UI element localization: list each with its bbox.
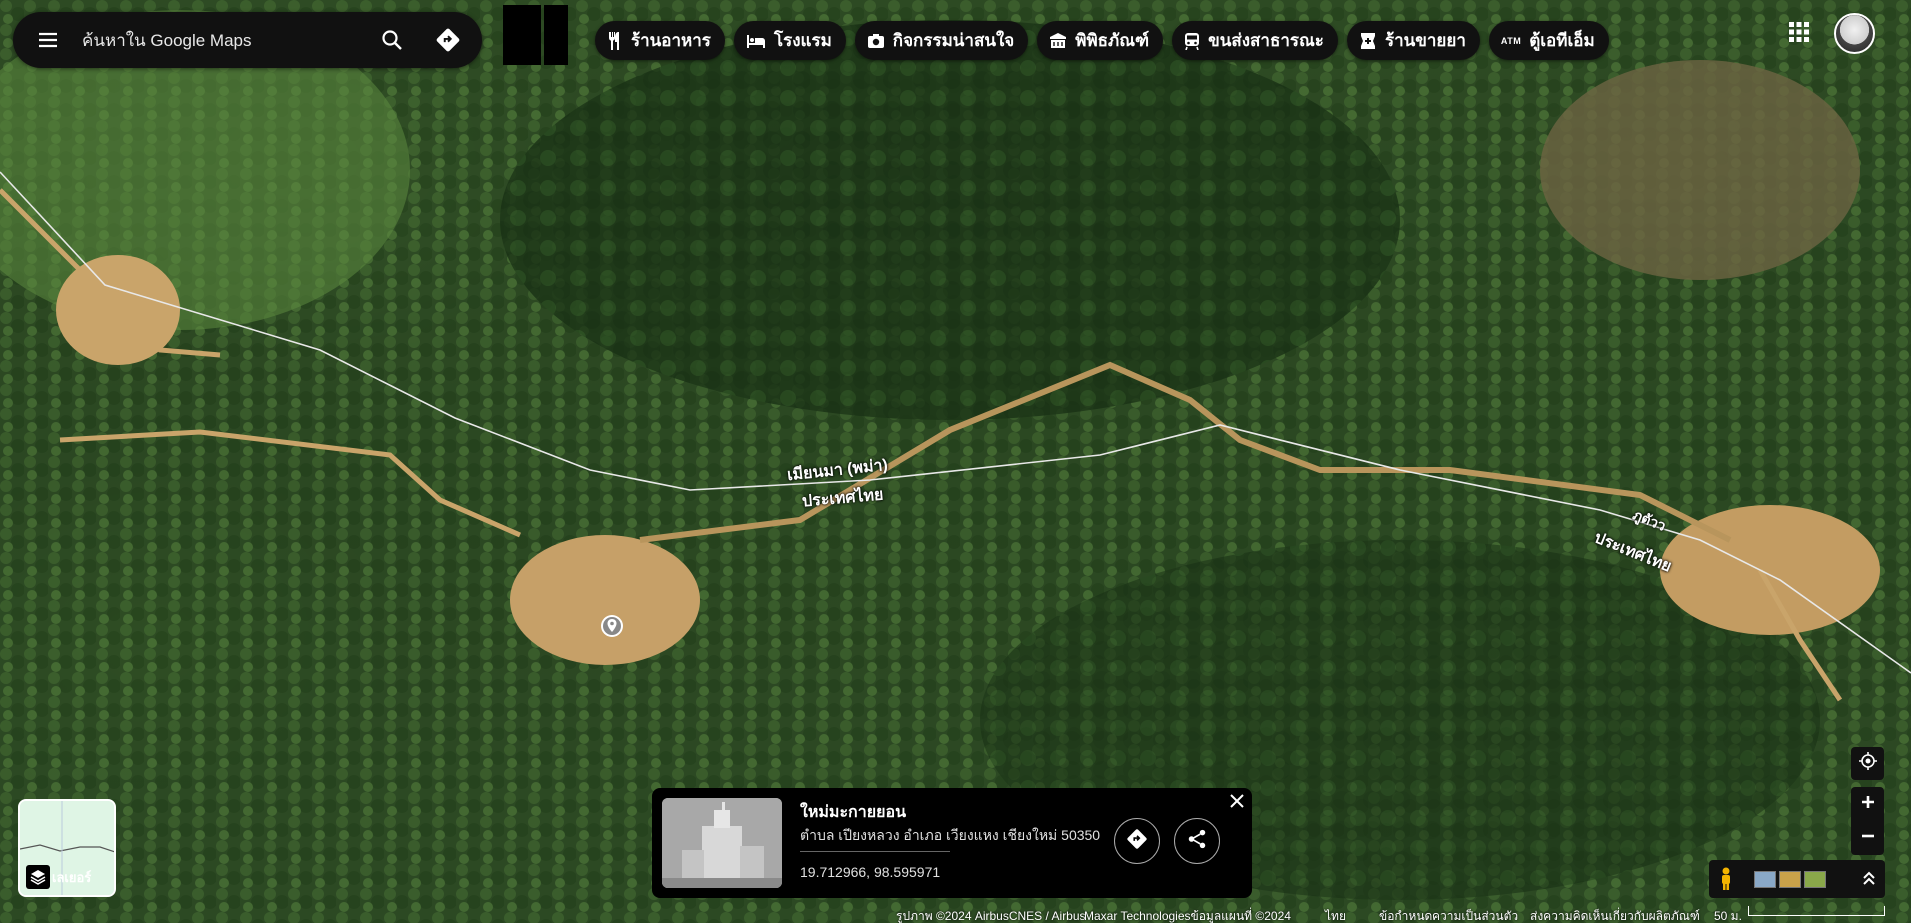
hotel-icon — [746, 33, 766, 49]
card-close-icon[interactable] — [1226, 790, 1248, 812]
map-overlay — [0, 0, 1911, 923]
map-footer: รูปภาพ ©2024 AirbusCNES / Airbus Maxar T… — [0, 905, 1911, 923]
card-share-button[interactable] — [1174, 818, 1220, 864]
chip-label: ร้านอาหาร — [631, 31, 711, 50]
black-box-left — [503, 5, 541, 65]
footer-terms-link[interactable]: ข้อกำหนด — [1379, 907, 1432, 923]
chip-label: ร้านขายยา — [1384, 31, 1466, 50]
directions-icon[interactable] — [426, 18, 470, 62]
search-icon[interactable] — [370, 18, 414, 62]
footer-scale-label[interactable]: 50 ม. — [1714, 907, 1742, 923]
category-chips: ร้านอาหาร โรงแรม กิจกรรมน่าสนใจ พิพิธภัณ… — [595, 21, 1609, 60]
layers-icon — [26, 865, 50, 889]
restaurant-icon — [607, 31, 623, 50]
museum-icon — [1049, 32, 1067, 50]
camera-icon — [867, 33, 885, 49]
search-input[interactable]: ค้นหาใน Google Maps — [82, 27, 370, 54]
directions-icon — [1126, 828, 1148, 855]
chip-transit[interactable]: ขนส่งสาธารณะ — [1172, 21, 1338, 60]
chip-atm[interactable]: ATM ตู้เอทีเอ็ม — [1488, 21, 1609, 60]
place-thumbnail[interactable] — [662, 798, 782, 888]
my-location-icon — [1858, 751, 1878, 776]
chip-pharmacies[interactable]: ร้านขายยา — [1346, 21, 1480, 60]
zoom-in-button[interactable] — [1851, 787, 1884, 821]
pharmacy-icon — [1359, 32, 1377, 50]
footer-language-link[interactable]: ไทย — [1325, 907, 1346, 923]
transit-icon — [1184, 32, 1200, 50]
footer-feedback-link[interactable]: ส่งความคิดเห็นเกี่ยวกับผลิตภัณฑ์ — [1530, 907, 1700, 923]
layers-label: เลเยอร์ — [26, 865, 91, 889]
expand-chevron-icon[interactable] — [1861, 869, 1877, 892]
footer-map-data: Maxar Technologiesข้อมูลแผนที่ ©2024 — [1084, 909, 1291, 923]
place-info-card[interactable]: ใหม่มะกายยอน ตำบล เปียงหลวง อำเภอ เวียงแ… — [652, 788, 1252, 898]
menu-icon[interactable] — [26, 18, 70, 62]
chip-restaurants[interactable]: ร้านอาหาร — [595, 21, 725, 60]
search-bar[interactable]: ค้นหาใน Google Maps — [13, 12, 482, 68]
black-box-right — [544, 5, 568, 65]
footer-imagery-credit: รูปภาพ ©2024 AirbusCNES / Airbus — [896, 909, 1086, 923]
pegman-icon[interactable] — [1717, 867, 1735, 891]
share-icon — [1186, 828, 1208, 855]
chip-label: ตู้เอทีเอ็ม — [1529, 31, 1595, 50]
chip-label: กิจกรรมน่าสนใจ — [892, 31, 1015, 50]
satellite-map[interactable]: เมียนมา (พม่า) ประเทศไทย ภูตัวว ประเทศไท… — [0, 0, 1911, 923]
zoom-out-button[interactable] — [1851, 821, 1884, 855]
zoom-controls — [1851, 787, 1884, 855]
google-apps-icon[interactable] — [1784, 17, 1814, 47]
chip-label: โรงแรม — [773, 31, 832, 50]
tile-thumbnail[interactable] — [1754, 871, 1776, 888]
card-directions-button[interactable] — [1114, 818, 1160, 864]
chip-label: ขนส่งสาธารณะ — [1208, 31, 1324, 50]
chip-museums[interactable]: พิพิธภัณฑ์ — [1037, 21, 1164, 60]
tile-thumbnail[interactable] — [1804, 871, 1826, 888]
scale-bar[interactable] — [1748, 906, 1885, 916]
place-address: ตำบล เปียงหลวง อำเภอ เวียงแหง เชียงใหม่ … — [800, 827, 1101, 843]
layers-text: เลเยอร์ — [52, 869, 92, 885]
imagery-tiles[interactable] — [1754, 871, 1826, 888]
layers-button[interactable]: เลเยอร์ — [18, 799, 116, 897]
chip-attractions[interactable]: กิจกรรมน่าสนใจ — [854, 21, 1029, 60]
place-title: ใหม่มะกายยอน — [800, 804, 907, 821]
atm-icon: ATM — [1500, 35, 1522, 46]
plus-icon — [1860, 794, 1876, 815]
minus-icon — [1860, 828, 1876, 849]
map-type-bar — [1709, 860, 1885, 898]
chip-hotels[interactable]: โรงแรม — [733, 21, 846, 60]
card-divider — [800, 851, 950, 852]
account-avatar[interactable] — [1834, 13, 1875, 54]
footer-privacy-link[interactable]: ความเป็นส่วนตัว — [1432, 907, 1518, 923]
my-location-button[interactable] — [1851, 747, 1884, 780]
tile-thumbnail[interactable] — [1779, 871, 1801, 888]
chip-label: พิพิธภัณฑ์ — [1075, 31, 1150, 50]
place-coordinates[interactable]: 19.712966, 98.595971 — [800, 864, 940, 880]
